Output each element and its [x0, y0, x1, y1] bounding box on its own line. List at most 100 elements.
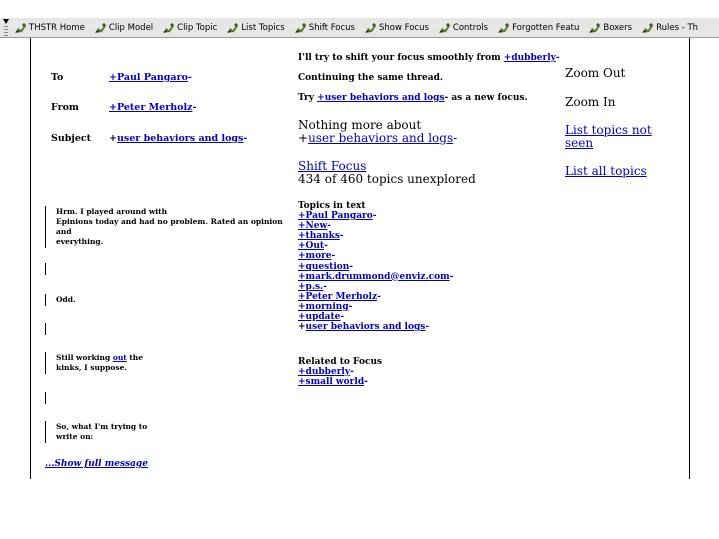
fish-icon [14, 22, 27, 34]
frame-left-border [30, 38, 31, 479]
nothing-more-plus: + [298, 131, 309, 145]
list-item: +morning- [298, 302, 453, 312]
show-full-message-link[interactable]: ...Show full message [45, 459, 148, 469]
topic-link[interactable]: +p.s. [298, 282, 323, 292]
body-line: kinks, I suppose. [56, 363, 128, 372]
out-link[interactable]: out [113, 353, 127, 362]
toolbar-button[interactable]: Controls [438, 22, 488, 34]
topic-link[interactable]: +New [298, 221, 327, 231]
subject-label: Subject [51, 133, 92, 144]
toolbar-button-label: Show Focus [379, 22, 429, 33]
topic-dash: - [339, 231, 344, 242]
subject-link[interactable]: user behaviors and logs [117, 133, 243, 144]
toolbar-button[interactable]: THSTR Home [14, 22, 85, 34]
topic-link[interactable]: +mark.drummond@enviz.com [298, 272, 450, 282]
bookmarks-toolbar: THSTR Home Clip Model Clip Topic List Topic… [0, 18, 719, 38]
toolbar-button[interactable]: Clip Model [94, 22, 153, 34]
subject-field: +user behaviors and logs- [109, 133, 247, 144]
quote-bar [45, 263, 46, 275]
nothing-more-block: Nothing more about +user behaviors and l… [298, 119, 457, 145]
from-link[interactable]: +Peter Merholz [109, 102, 192, 113]
body-line: write on: [56, 432, 94, 441]
toolbar-grip[interactable] [2, 18, 11, 37]
frame-right-border [689, 38, 690, 479]
topic-link[interactable]: +question [298, 262, 349, 272]
related-dash: - [364, 377, 368, 388]
topics-heading: Topics in text [298, 201, 366, 211]
body-text: Still working [56, 353, 113, 362]
toolbar-button[interactable]: Rules - Th [641, 22, 698, 34]
list-item: +Out- [298, 241, 453, 251]
zoom-in-button[interactable]: Zoom In [565, 96, 615, 109]
toolbar-button[interactable]: Boxers [588, 22, 632, 34]
toolbar-button-label: Rules - Th [656, 22, 699, 33]
to-label: To [51, 72, 64, 83]
toolbar-button-label: Shift Focus [308, 22, 355, 33]
list-item: +more- [298, 251, 453, 261]
list-item: +dubberly- [298, 367, 382, 377]
shift-focus-block: Shift Focus 434 of 460 topics unexplored [298, 160, 476, 186]
zoom-out-button[interactable]: Zoom Out [565, 67, 625, 80]
toolbar-button[interactable]: List Topics [226, 22, 285, 34]
quote-bar [45, 392, 46, 404]
toolbar-button[interactable]: Show Focus [364, 22, 429, 34]
related-link[interactable]: +dubberly [298, 367, 350, 377]
topic-dash: - [324, 241, 328, 252]
fish-icon [294, 22, 307, 34]
topic-link[interactable]: +update [298, 312, 340, 322]
related-link[interactable]: +small world [298, 377, 364, 387]
list-item: +p.s.- [298, 282, 453, 292]
toolbar-button[interactable]: Shift Focus [294, 22, 355, 34]
body-line: and [56, 227, 72, 236]
list-all-topics-link[interactable]: List all topics [565, 165, 647, 178]
toolbar-button[interactable]: Forgotten Featu [497, 22, 579, 34]
topics-in-text: Topics in text +Paul Pangaro- +New- +thank… [298, 201, 453, 332]
body-line: Epinions today and had no problem. Rated… [56, 217, 283, 226]
topic-link[interactable]: +thanks [298, 231, 340, 241]
try-prefix: Try [298, 93, 318, 103]
dubberly-link[interactable]: +dubberly [504, 53, 556, 63]
list-item: +thanks- [298, 231, 453, 241]
topic-link[interactable]: +Peter Merholz [298, 292, 377, 302]
to-link[interactable]: +Paul Pangaro [109, 72, 188, 83]
nothing-more-link[interactable]: user behaviors and logs [308, 131, 453, 145]
topic-link[interactable]: +more [298, 251, 332, 261]
topic-dash: - [331, 251, 336, 262]
fish-icon [588, 22, 601, 34]
collapse-triangle-icon[interactable] [3, 19, 9, 24]
list-topics-not-seen-link[interactable]: List topics not seen [565, 124, 675, 150]
toolbar-button[interactable]: Clip Topic [162, 22, 217, 34]
toolbar-button-label: Clip Topic [177, 22, 218, 33]
fish-icon [94, 22, 107, 34]
topic-dash: - [377, 291, 381, 302]
topic-link[interactable]: user behaviors and logs [306, 322, 426, 332]
topic-dash: - [425, 322, 430, 333]
list-item: +update- [298, 312, 453, 322]
quote-bar [45, 206, 46, 248]
quote-bar [45, 352, 46, 374]
from-dash: - [192, 102, 197, 113]
topic-list: +Paul Pangaro- +New- +thanks- +Out- +more- +q… [298, 211, 453, 322]
try-focus-link[interactable]: +user behaviors and logs [317, 93, 444, 103]
toolbar-button-label: Boxers [603, 22, 633, 33]
fish-icon [364, 22, 377, 34]
fish-icon [438, 22, 451, 34]
body-text: the [126, 353, 144, 362]
body-paragraph-1: Hrm. I played around with Epinions today… [56, 207, 286, 247]
topic-dash: - [348, 301, 353, 312]
topic-link[interactable]: +morning [298, 302, 349, 312]
to-field: +Paul Pangaro- [109, 72, 192, 83]
toolbar-button-label: THSTR Home [29, 22, 85, 33]
body-line: Hrm. I played around with [56, 207, 168, 216]
body-paragraph-2: Odd. [56, 295, 76, 304]
fish-icon [226, 22, 239, 34]
subject-plus: + [109, 133, 117, 144]
topic-link[interactable]: +Paul Pangaro [298, 211, 373, 221]
fish-icon [162, 22, 175, 34]
topic-link[interactable]: +Out [298, 241, 324, 251]
from-field: +Peter Merholz- [109, 102, 196, 113]
shift-prefix: I'll try to shift your focus smoothly fr… [298, 53, 504, 63]
topic-dash: - [340, 312, 345, 323]
from-label: From [51, 102, 79, 113]
shift-notice: I'll try to shift your focus smoothly fr… [298, 53, 560, 63]
